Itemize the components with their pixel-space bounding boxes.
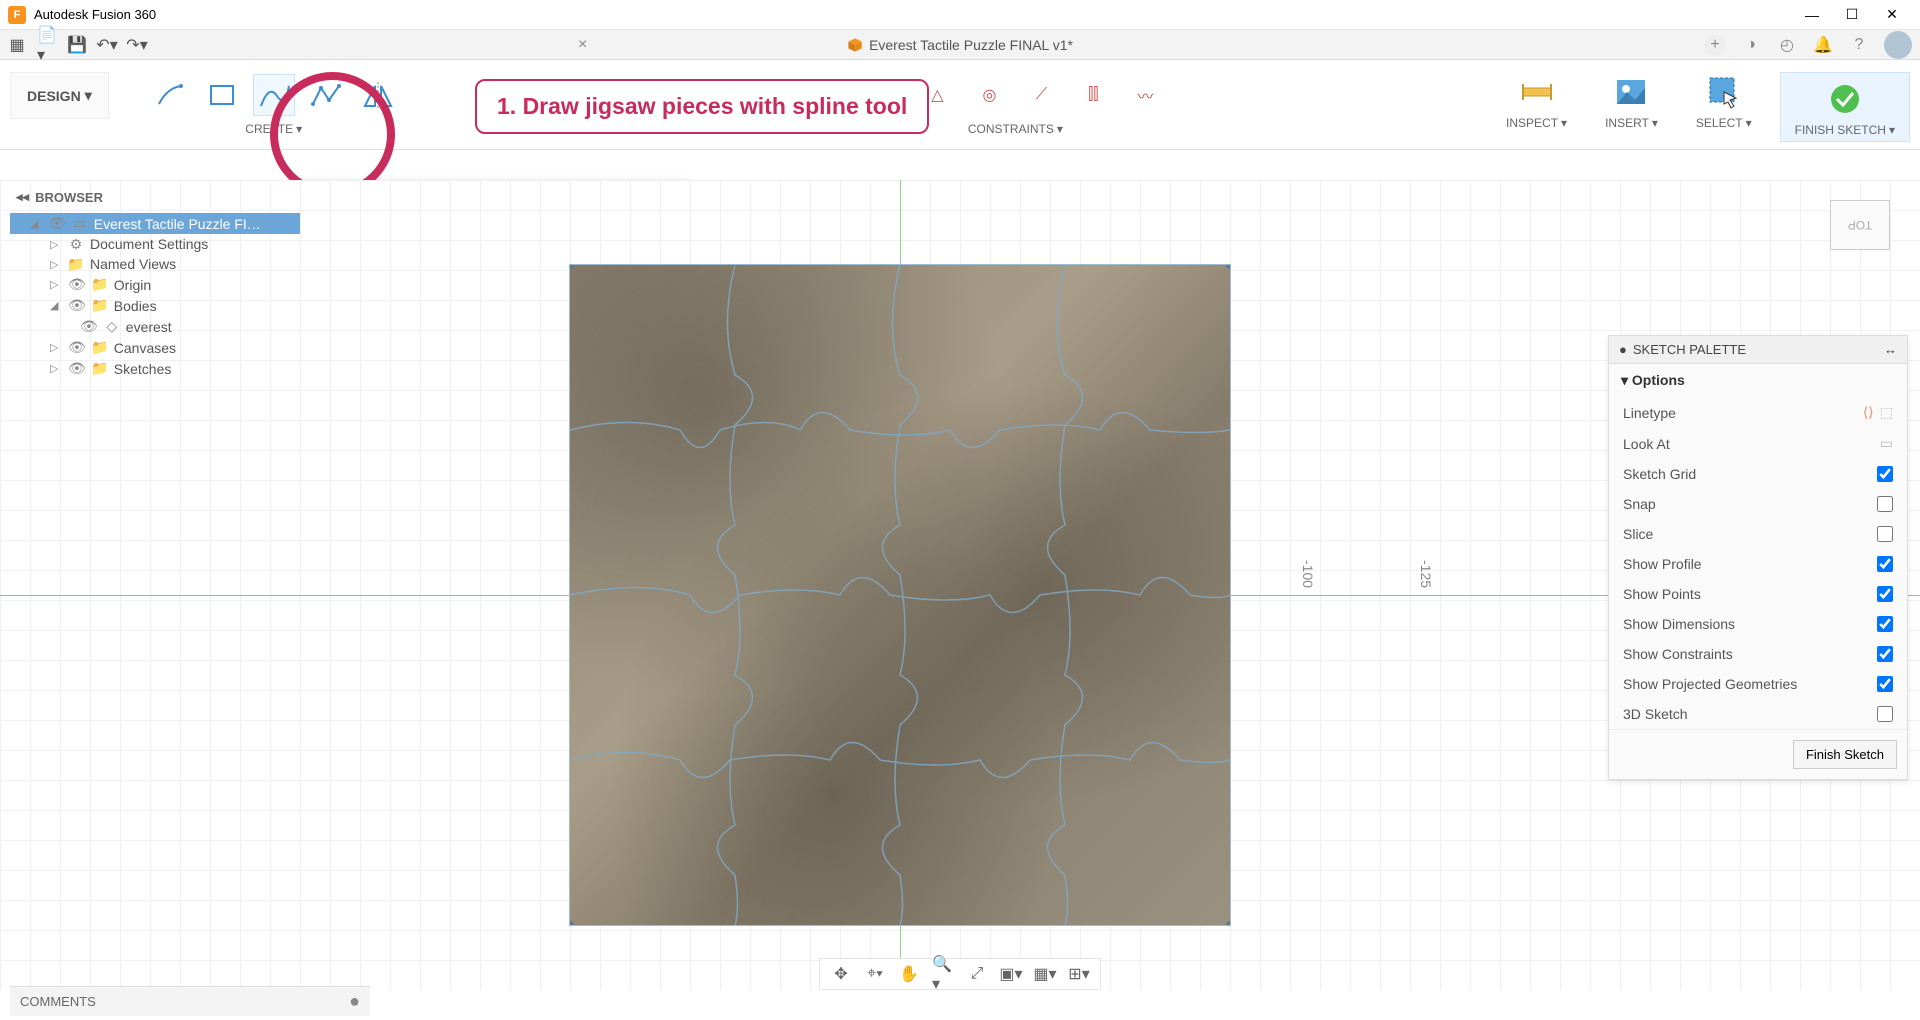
redo-icon[interactable]: ↷▾ [128, 36, 146, 54]
constraints-group-label[interactable]: CONSTRAINTS▾ [968, 122, 1063, 136]
dims-checkbox[interactable] [1877, 616, 1893, 632]
finish-sketch-group[interactable]: FINISH SKETCH▾ [1780, 72, 1910, 142]
document-name: Everest Tactile Puzzle FINAL v1* [869, 37, 1073, 53]
line-tool[interactable] [149, 74, 191, 116]
tree-document-settings[interactable]: ▷⚙Document Settings [10, 234, 300, 254]
new-tab-button[interactable]: + [1704, 34, 1726, 56]
title-bar: F Autodesk Fusion 360 — ☐ ✕ [0, 0, 1920, 30]
tree-sketches[interactable]: ▷👁📁Sketches [10, 358, 300, 379]
extensions-icon[interactable]: ◑ [1740, 34, 1762, 56]
minimize-button[interactable]: — [1792, 0, 1832, 30]
tree-root[interactable]: ◢👁▭Everest Tactile Puzzle FI… [10, 213, 300, 234]
constraint-symmetry-icon[interactable]: ⫿⫿ [1072, 74, 1114, 116]
fit-icon[interactable]: ⤢ [966, 963, 988, 985]
palette-slice: Slice [1609, 519, 1907, 549]
look-icon[interactable]: ⌖▾ [864, 963, 886, 985]
comments-bar[interactable]: COMMENTS● [10, 986, 370, 1016]
palette-points: Show Points [1609, 579, 1907, 609]
inspect-icon [1517, 72, 1557, 112]
tree-canvases[interactable]: ▷👁📁Canvases [10, 337, 300, 358]
finish-sketch-icon [1825, 79, 1865, 119]
user-avatar[interactable] [1884, 31, 1912, 59]
close-button[interactable]: ✕ [1872, 0, 1912, 30]
dimension-1: -100 [1300, 560, 1316, 588]
view-cube[interactable]: TOP [1830, 200, 1890, 250]
palette-grid: Sketch Grid [1609, 459, 1907, 489]
palette-snap: Snap [1609, 489, 1907, 519]
grid-checkbox[interactable] [1877, 466, 1893, 482]
cube-icon [847, 37, 863, 53]
chevron-left-icon[interactable]: ◂◂ [16, 189, 29, 205]
insert-icon [1611, 72, 1651, 112]
browser-header[interactable]: ◂◂ BROWSER [10, 185, 300, 209]
orbit-icon[interactable]: ✥ [830, 963, 852, 985]
tree-body-everest[interactable]: 👁◇everest [10, 316, 300, 337]
help-icon[interactable]: ? [1848, 34, 1870, 56]
pan-icon[interactable]: ✋ [898, 963, 920, 985]
model-body[interactable] [570, 265, 1230, 925]
navigation-bar: ✥ ⌖▾ ✋ 🔍▾ ⤢ ▣▾ ▦▾ ⊞▾ [819, 958, 1101, 990]
viewport-icon[interactable]: ⊞▾ [1068, 963, 1090, 985]
palette-lookat[interactable]: Look At▭ [1609, 428, 1907, 459]
palette-header[interactable]: ●SKETCH PALETTE↔ [1609, 336, 1907, 364]
snap-checkbox[interactable] [1877, 496, 1893, 512]
zoom-icon[interactable]: 🔍▾ [932, 963, 954, 985]
palette-constraints: Show Constraints [1609, 639, 1907, 669]
select-icon [1704, 72, 1744, 112]
file-menu-icon[interactable]: 📄▾ [38, 36, 56, 54]
dimension-2: -125 [1418, 560, 1434, 588]
inspect-group[interactable]: INSPECT▾ [1496, 72, 1577, 142]
app-title: Autodesk Fusion 360 [34, 7, 156, 22]
tab-close-icon[interactable]: × [578, 36, 587, 54]
constraint-curvature-icon[interactable]: 〰 [1124, 74, 1166, 116]
tree-origin[interactable]: ▷👁📁Origin [10, 274, 300, 295]
job-status-icon[interactable]: ◴ [1776, 34, 1798, 56]
annotation-callout-1: 1. Draw jigsaw pieces with spline tool [475, 79, 929, 134]
tree-bodies[interactable]: ◢👁📁Bodies [10, 295, 300, 316]
quick-access-toolbar: ▦ 📄▾ 💾 ↶▾ ↷▾ Everest Tactile Puzzle FINA… [0, 30, 1920, 60]
constraints-checkbox[interactable] [1877, 646, 1893, 662]
save-icon[interactable]: 💾 [68, 36, 86, 54]
palette-3dsketch: 3D Sketch [1609, 699, 1907, 729]
projected-checkbox[interactable] [1877, 676, 1893, 692]
lookat-icon[interactable]: ▭ [1880, 435, 1893, 452]
profile-checkbox[interactable] [1877, 556, 1893, 572]
comments-collapse-icon[interactable]: ● [349, 991, 360, 1012]
palette-profile: Show Profile [1609, 549, 1907, 579]
sketch3d-checkbox[interactable] [1877, 706, 1893, 722]
slice-checkbox[interactable] [1877, 526, 1893, 542]
insert-group[interactable]: INSERT▾ [1595, 72, 1668, 142]
constraint-tangent-icon[interactable]: ⟋ [1020, 74, 1062, 116]
apps-icon[interactable]: ▦ [8, 36, 26, 54]
document-tab[interactable]: Everest Tactile Puzzle FINAL v1* [847, 37, 1073, 53]
points-checkbox[interactable] [1877, 586, 1893, 602]
linetype-icon-2[interactable]: ⬚ [1880, 404, 1893, 421]
app-icon: F [8, 6, 26, 24]
palette-linetype[interactable]: Linetype⟨⟩⬚ [1609, 397, 1907, 428]
annotation-circle-1 [270, 72, 395, 197]
maximize-button[interactable]: ☐ [1832, 0, 1872, 30]
rectangle-tool[interactable] [201, 74, 243, 116]
select-group[interactable]: SELECT▾ [1686, 72, 1762, 142]
constraint-circle-icon[interactable]: ◎ [968, 74, 1010, 116]
sketch-palette: ●SKETCH PALETTE↔ ▾ Options Linetype⟨⟩⬚ L… [1608, 335, 1908, 780]
grid-icon[interactable]: ▦▾ [1034, 963, 1056, 985]
undo-icon[interactable]: ↶▾ [98, 36, 116, 54]
workspace-label: DESIGN [27, 88, 81, 104]
tree-named-views[interactable]: ▷📁Named Views [10, 254, 300, 274]
puzzle-splines [570, 265, 1230, 925]
palette-dims: Show Dimensions [1609, 609, 1907, 639]
palette-projected: Show Projected Geometries [1609, 669, 1907, 699]
notifications-icon[interactable]: 🔔 [1812, 34, 1834, 56]
finish-sketch-button[interactable]: Finish Sketch [1793, 740, 1897, 769]
palette-options-label[interactable]: ▾ Options [1609, 364, 1907, 397]
browser-panel: ◂◂ BROWSER ◢👁▭Everest Tactile Puzzle FI…… [10, 185, 300, 383]
linetype-icon-1[interactable]: ⟨⟩ [1863, 404, 1874, 421]
workspace-dropdown[interactable]: DESIGN▾ [10, 72, 109, 119]
display-icon[interactable]: ▣▾ [1000, 963, 1022, 985]
